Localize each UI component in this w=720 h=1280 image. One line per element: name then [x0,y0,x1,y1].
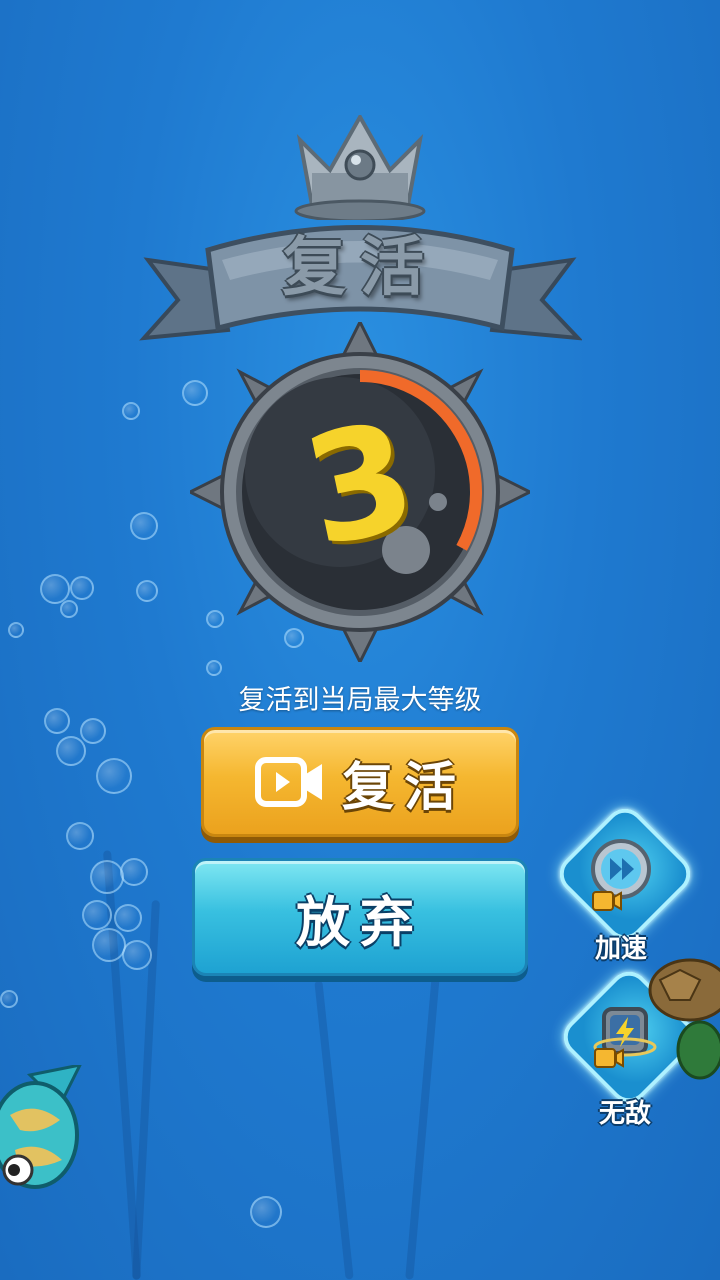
bubble [114,904,142,932]
bubble [96,758,132,794]
bubble [130,512,158,540]
bubble [60,600,78,618]
give-up-button[interactable]: 放弃 [192,858,528,976]
bubble [206,660,222,676]
bubble [56,736,86,766]
turtle-character [648,958,720,1080]
video-badge-icon [592,891,622,911]
bubble [82,900,112,930]
bubble [250,1196,282,1228]
bubble [136,580,158,602]
crown-icon [294,115,426,220]
seaweed [405,940,443,1280]
video-badge-icon [594,1048,624,1068]
bubble [70,576,94,600]
bubble [92,928,126,962]
bubble [0,990,18,1008]
speed-powerup-button[interactable]: 加速 [551,800,699,964]
seaweed [314,980,354,1280]
give-up-button-label: 放弃 [296,890,424,954]
dialog-title: 复活 [282,231,438,305]
bubble [122,402,140,420]
invincible-powerup-label: 无敌 [598,1099,651,1129]
bubble [120,858,148,886]
revive-button-label: 复活 [341,757,466,818]
bubble [122,940,152,970]
fish-character [0,1065,82,1189]
countdown-number: 3 [290,389,430,581]
video-icon [254,757,322,807]
revive-description: 复活到当局最大等级 [238,685,482,716]
bubble [66,822,94,850]
bubble [8,622,24,638]
bubble [80,718,106,744]
revive-button[interactable]: 复活 [201,727,519,837]
bubble [90,860,124,894]
